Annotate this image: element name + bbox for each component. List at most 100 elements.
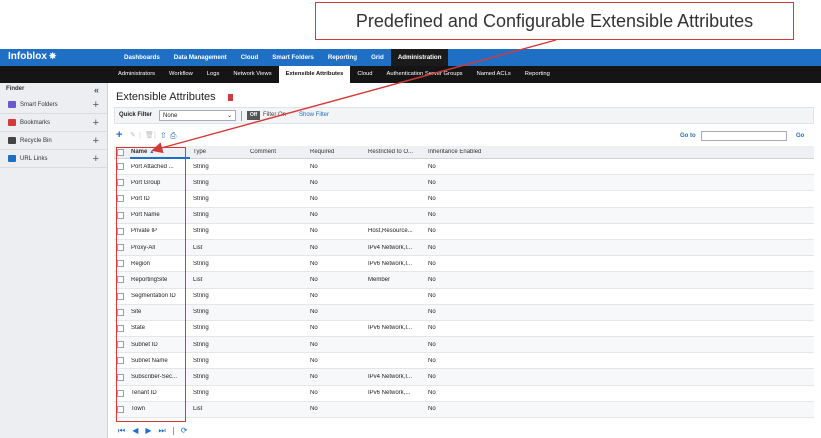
nav-item-cloud[interactable]: Cloud — [234, 49, 266, 66]
table-row[interactable]: State String No IPv6 Network,I... No — [114, 321, 814, 338]
nav-item-administration[interactable]: Administration — [390, 49, 449, 66]
nav-item-reporting[interactable]: Reporting — [321, 49, 364, 66]
cell-inh: No — [428, 228, 436, 235]
column-header-restricted-to-o[interactable]: Restricted to O... — [368, 149, 426, 155]
row-checkbox[interactable] — [117, 405, 124, 413]
table-row[interactable]: Port Group String No No — [114, 175, 814, 192]
table-row[interactable]: Private IP String No Host,Resource... No — [114, 224, 814, 240]
finder-item-bookmarks[interactable]: Bookmarks + — [0, 114, 107, 132]
add-icon[interactable]: + — [93, 135, 99, 146]
bookmark-page-icon[interactable] — [228, 94, 233, 101]
column-header-label: Type — [193, 149, 207, 155]
row-checkbox[interactable] — [117, 292, 124, 300]
subnav-item-workflow[interactable]: Workflow — [162, 66, 200, 83]
subnav-item-administrators[interactable]: Administrators — [111, 66, 162, 83]
select-all-checkbox[interactable] — [117, 148, 124, 156]
toolbar-separator: | — [139, 132, 141, 139]
table-row[interactable]: Port ID String No No — [114, 191, 814, 208]
row-checkbox[interactable] — [117, 308, 124, 316]
row-checkbox[interactable] — [117, 389, 124, 397]
subnav-item-network-views[interactable]: Network Views — [226, 66, 278, 83]
subnav-item-cloud[interactable]: Cloud — [350, 66, 379, 83]
print-icon[interactable]: ⎙ — [170, 130, 176, 141]
table-row[interactable]: Port Attached ... String No No — [114, 159, 814, 176]
filter-toggle[interactable]: Off — [247, 111, 260, 120]
pager-separator — [172, 426, 174, 435]
cell-req: No — [310, 163, 318, 170]
refresh-icon[interactable]: ⟳ — [181, 426, 188, 436]
nav-item-data-management[interactable]: Data Management — [167, 49, 234, 66]
row-checkbox[interactable] — [117, 195, 124, 203]
last-page-icon[interactable]: ⏭ — [159, 426, 166, 436]
table-row[interactable]: ReportingSite List No Member No — [114, 272, 814, 289]
finder-sidebar: Finder « Smart Folders + Bookmarks + Recycle… — [0, 83, 108, 438]
row-checkbox[interactable] — [117, 179, 124, 187]
cell-name: Region — [131, 260, 151, 267]
table-header-row: Name ▲ Type Comment Required Restricted to O.… — [114, 146, 814, 159]
table-row[interactable]: Subnet Name String No No — [114, 353, 814, 370]
subnav-item-authentication-server-groups[interactable]: Authentication Server Groups — [380, 66, 470, 83]
row-checkbox[interactable] — [117, 341, 124, 349]
subnav-item-named-acls[interactable]: Named ACLs — [470, 66, 518, 83]
column-header-type[interactable]: Type — [193, 149, 243, 155]
column-header-label: Name — [131, 149, 148, 155]
finder-item-url-links[interactable]: URL Links + — [0, 150, 107, 168]
delete-icon[interactable]: 🗑 — [145, 130, 154, 141]
cell-restr: Host,Resource... — [368, 228, 413, 235]
column-header-inheritance-enabled[interactable]: Inheritance Enabled — [428, 149, 508, 155]
table-row[interactable]: Site String No No — [114, 304, 814, 321]
subnav-item-extensible-attributes[interactable]: Extensible Attributes — [278, 66, 351, 83]
table-row[interactable]: Region String No IPv6 Network,I... No — [114, 256, 814, 273]
prev-page-icon[interactable]: ◀ — [132, 426, 138, 436]
next-page-icon[interactable]: ▶ — [145, 426, 151, 436]
row-checkbox[interactable] — [117, 227, 124, 235]
finder-item-recycle-bin[interactable]: Recycle Bin + — [0, 132, 107, 150]
infoblox-logo[interactable]: Infoblox ✵ — [8, 51, 56, 62]
cell-type: String — [193, 228, 209, 235]
trash-icon — [8, 137, 16, 144]
row-checkbox[interactable] — [117, 373, 124, 381]
table-row[interactable]: Subnet ID String No No — [114, 337, 814, 354]
subnav-item-logs[interactable]: Logs — [200, 66, 227, 83]
column-header-required[interactable]: Required — [310, 149, 360, 155]
row-checkbox[interactable] — [117, 244, 124, 252]
table-row[interactable]: Port Name String No No — [114, 207, 814, 224]
cell-req: No — [310, 374, 318, 381]
row-checkbox[interactable] — [117, 324, 124, 332]
table-row[interactable]: Proxy-All List No IPv4 Network,I... No — [114, 239, 814, 257]
quick-filter-select[interactable]: None ⌄ — [159, 110, 236, 121]
goto-button[interactable]: Go — [796, 133, 804, 139]
collapse-icon[interactable]: « — [94, 86, 99, 96]
column-header-comment[interactable]: Comment — [250, 149, 300, 155]
nav-item-dashboards[interactable]: Dashboards — [117, 49, 167, 66]
row-checkbox[interactable] — [117, 357, 124, 365]
row-checkbox[interactable] — [117, 260, 124, 268]
nav-item-smart-folders[interactable]: Smart Folders — [265, 49, 321, 66]
subnav-item-reporting[interactable]: Reporting — [518, 66, 557, 83]
show-filter-link[interactable]: Show Filter — [299, 112, 329, 118]
add-icon[interactable]: + — [116, 130, 122, 141]
nav-item-grid[interactable]: Grid — [364, 49, 391, 66]
cell-inh: No — [428, 406, 436, 413]
finder-item-smart-folders[interactable]: Smart Folders + — [0, 96, 107, 114]
edit-icon[interactable]: ✎ — [130, 130, 136, 141]
row-checkbox[interactable] — [117, 163, 124, 171]
first-page-icon[interactable]: ⏮ — [118, 426, 125, 436]
add-icon[interactable]: + — [93, 117, 99, 128]
row-checkbox[interactable] — [117, 276, 124, 284]
top-navigation-bar: Infoblox ✵ Dashboards Data Management Cloud… — [0, 49, 821, 66]
table-row[interactable]: Segmentation ID String No No — [114, 289, 814, 305]
add-icon[interactable]: + — [93, 153, 99, 164]
column-header-name[interactable]: Name ▲ — [131, 149, 189, 155]
export-icon[interactable]: ⇧ — [160, 130, 167, 141]
cell-type: String — [193, 309, 209, 316]
add-icon[interactable]: + — [93, 99, 99, 110]
table-row[interactable]: Tenant ID String No IPv6 Network,... No — [114, 386, 814, 402]
table-row[interactable]: Town List No No — [114, 401, 814, 418]
table-row[interactable]: Subscriber-Sec... String No IPv4 Network,I.… — [114, 369, 814, 386]
goto-input[interactable] — [701, 131, 787, 141]
finder-item-label: Smart Folders — [20, 101, 58, 108]
cell-type: String — [193, 195, 209, 202]
row-checkbox[interactable] — [117, 211, 124, 219]
finder-header: Finder « — [0, 83, 107, 96]
